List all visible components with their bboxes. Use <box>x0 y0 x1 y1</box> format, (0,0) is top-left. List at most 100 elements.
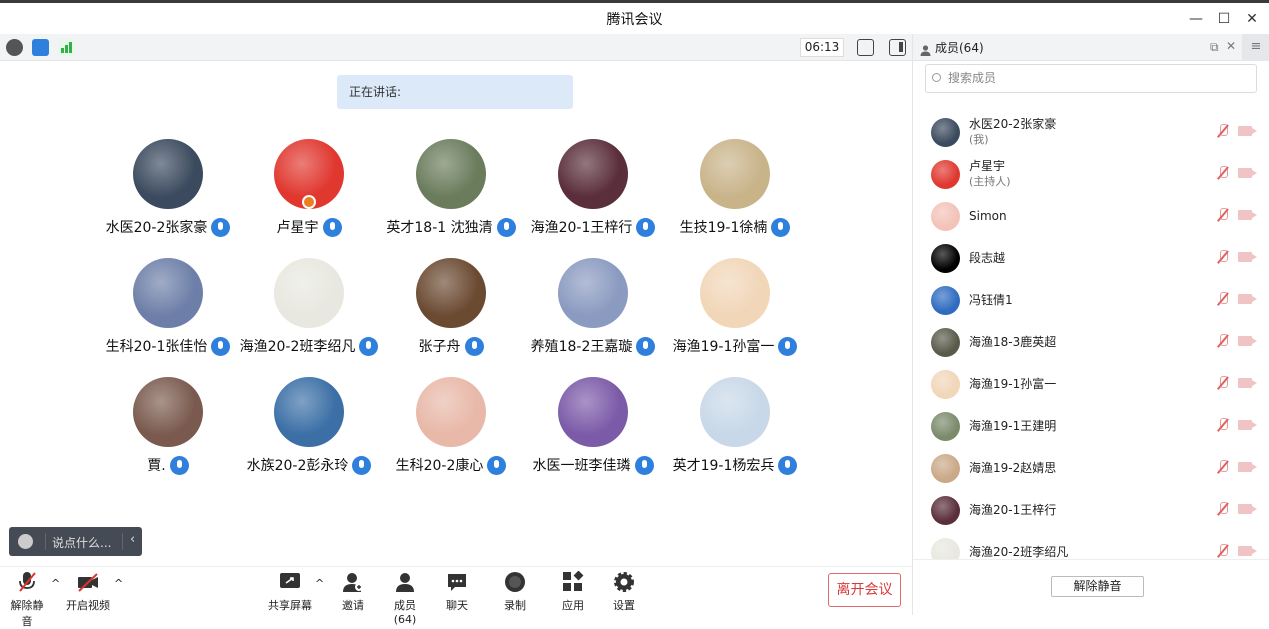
participant-avatar <box>416 377 486 447</box>
chat-button[interactable]: 聊天 <box>445 571 469 613</box>
camera-off-icon[interactable] <box>1238 294 1257 304</box>
participant-name-row: 水医20-2张家豪 <box>98 217 238 237</box>
mic-muted-icon[interactable] <box>1218 250 1228 264</box>
participant-tile[interactable]: 水医一班李佳璘 <box>523 377 663 475</box>
layout-toggle-icon[interactable] <box>889 39 906 56</box>
unmute-all-button[interactable]: 解除静音 <box>1051 576 1144 597</box>
camera-off-icon[interactable] <box>1238 252 1257 262</box>
close-panel-icon[interactable]: ✕ <box>1226 39 1236 53</box>
title-bar: 腾讯会议 — ☐ ✕ <box>0 0 1269 34</box>
participant-tile[interactable]: 生科20-1张佳怡 <box>98 258 238 356</box>
participant-avatar <box>558 377 628 447</box>
members-panel: 成员(64) ⧉ ✕ ≡ 搜索成员 水医20-2张家豪 (我) 卢星宇 (主持人) Si… <box>912 34 1269 615</box>
member-row[interactable]: 海渔20-1王梓行 <box>913 489 1269 531</box>
camera-off-icon[interactable] <box>1238 210 1257 220</box>
member-row[interactable]: 卢星宇 (主持人) <box>913 153 1269 195</box>
participant-tile[interactable]: 英才19-1杨宏兵 <box>665 377 805 475</box>
member-row[interactable]: 海渔18-3鹿英超 <box>913 321 1269 363</box>
member-status-icons <box>1218 544 1257 558</box>
members-button[interactable]: 成员(64) <box>383 571 427 626</box>
mic-muted-icon[interactable] <box>1218 544 1228 558</box>
video-options-chevron-icon[interactable]: ^ <box>114 577 123 590</box>
camera-off-icon[interactable] <box>1238 420 1257 430</box>
unmute-button[interactable]: 解除静音 <box>6 571 48 629</box>
camera-off-icon[interactable] <box>1238 336 1257 346</box>
mic-muted-icon[interactable] <box>1218 502 1228 516</box>
member-role: (主持人) <box>969 175 1011 188</box>
panel-menu-icon[interactable]: ≡ <box>1242 34 1269 61</box>
participant-name: 英才19-1杨宏兵 <box>672 458 775 474</box>
emoji-icon[interactable] <box>18 534 33 549</box>
minimize-button[interactable]: — <box>1186 9 1206 29</box>
participant-tile[interactable]: 张子舟 <box>381 258 521 356</box>
participant-tile[interactable]: 生科20-2康心 <box>381 377 521 475</box>
record-button[interactable]: 录制 <box>503 571 527 613</box>
mic-muted-icon[interactable] <box>1218 418 1228 432</box>
leave-meeting-button[interactable]: 离开会议 <box>828 573 901 607</box>
mic-muted-icon[interactable] <box>1218 208 1228 222</box>
camera-off-icon[interactable] <box>1238 168 1257 178</box>
member-row[interactable]: Simon <box>913 195 1269 237</box>
participant-avatar <box>416 139 486 209</box>
signal-icon[interactable] <box>58 39 75 56</box>
info-icon[interactable] <box>6 39 23 56</box>
participant-name-row: 水族20-2彭永玲 <box>239 455 379 475</box>
camera-off-icon <box>77 571 99 593</box>
participant-tile[interactable]: 生技19-1徐楠 <box>665 139 805 237</box>
camera-off-icon[interactable] <box>1238 546 1257 556</box>
record-icon <box>504 571 526 593</box>
share-options-chevron-icon[interactable]: ^ <box>315 577 324 590</box>
participant-tile[interactable]: 海渔20-1王梓行 <box>523 139 663 237</box>
participant-tile[interactable]: 养殖18-2王嘉璇 <box>523 258 663 356</box>
invite-button[interactable]: 邀请 <box>338 571 368 613</box>
mic-muted-icon[interactable] <box>1218 334 1228 348</box>
chat-popup[interactable]: 说点什么... ‹ <box>9 527 142 556</box>
audio-options-chevron-icon[interactable]: ^ <box>51 577 60 590</box>
settings-button[interactable]: 设置 <box>612 571 636 613</box>
camera-off-icon[interactable] <box>1238 462 1257 472</box>
mic-status-icon <box>352 455 372 475</box>
participant-name: 水医一班李佳璘 <box>532 458 631 474</box>
member-row[interactable]: 水医20-2张家豪 (我) <box>913 111 1269 153</box>
camera-off-icon[interactable] <box>1238 504 1257 514</box>
camera-off-icon[interactable] <box>1238 126 1257 136</box>
mic-muted-icon[interactable] <box>1218 460 1228 474</box>
close-button[interactable]: ✕ <box>1242 9 1262 29</box>
popout-icon[interactable]: ⧉ <box>1210 40 1219 55</box>
participant-name-row: 英才18-1 沈独清 <box>381 217 521 237</box>
mic-muted-icon[interactable] <box>1218 376 1228 390</box>
collapse-chevron-icon[interactable]: ‹ <box>130 532 135 547</box>
gear-icon <box>613 571 635 593</box>
member-row[interactable]: 海渔19-1孙富一 <box>913 363 1269 405</box>
participant-tile[interactable]: 海渔20-2班李绍凡 <box>239 258 379 356</box>
maximize-button[interactable]: ☐ <box>1214 9 1234 29</box>
member-name: 卢星宇 <box>969 159 1006 173</box>
member-row[interactable]: 海渔19-2赵婧思 <box>913 447 1269 489</box>
mic-muted-icon[interactable] <box>1218 292 1228 306</box>
chat-input[interactable]: 说点什么... <box>52 534 111 551</box>
member-name: 水医20-2张家豪 <box>969 117 1057 131</box>
start-video-button[interactable]: 开启视频 <box>66 571 110 613</box>
participant-tile[interactable]: 水医20-2张家豪 <box>98 139 238 237</box>
shield-icon[interactable] <box>32 39 49 56</box>
camera-off-icon[interactable] <box>1238 378 1257 388</box>
apps-button[interactable]: 应用 <box>561 570 585 613</box>
member-row[interactable]: 海渔20-2班李绍凡 <box>913 531 1269 559</box>
chat-bubble-icon <box>446 571 468 593</box>
mic-muted-icon[interactable] <box>1218 166 1228 180</box>
member-row[interactable]: 海渔19-1王建明 <box>913 405 1269 447</box>
member-row[interactable]: 段志越 <box>913 237 1269 279</box>
member-row[interactable]: 冯钰倩1 <box>913 279 1269 321</box>
participant-avatar <box>700 139 770 209</box>
mic-status-icon <box>359 336 379 356</box>
participant-tile[interactable]: 英才18-1 沈独清 <box>381 139 521 237</box>
mic-muted-icon[interactable] <box>1218 124 1228 138</box>
member-search-input[interactable]: 搜索成员 <box>925 64 1257 93</box>
participant-tile[interactable]: 海渔19-1孙富一 <box>665 258 805 356</box>
participant-tile[interactable]: 賈. <box>98 377 238 475</box>
share-screen-button[interactable]: 共享屏幕 <box>268 571 312 613</box>
participant-tile[interactable]: 水族20-2彭永玲 <box>239 377 379 475</box>
fullscreen-icon[interactable] <box>857 39 874 56</box>
unmute-label: 解除静音 <box>10 599 44 628</box>
participant-tile[interactable]: 卢星宇 <box>239 139 379 237</box>
